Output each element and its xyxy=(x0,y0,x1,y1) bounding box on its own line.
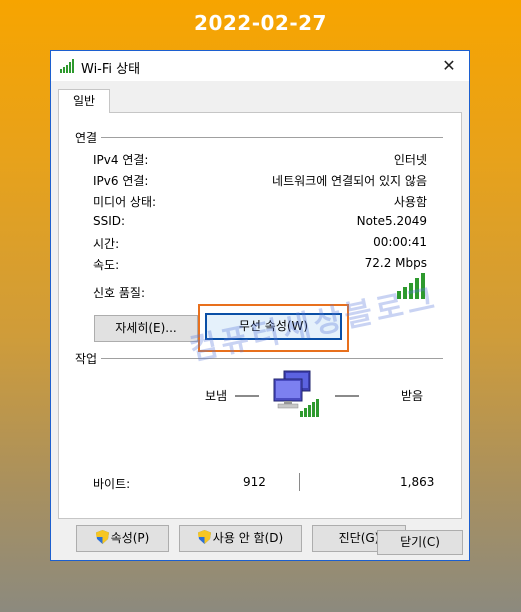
close-icon[interactable]: ✕ xyxy=(429,51,469,81)
bytes-sent-value: 912 xyxy=(243,475,266,489)
network-computers-icon xyxy=(273,370,319,417)
speed-label: 속도: xyxy=(93,258,120,272)
tab-panel: 연결 IPv4 연결: 인터넷 IPv6 연결: 네트워크에 연결되어 있지 않… xyxy=(58,112,462,552)
duration-label: 시간: xyxy=(93,237,120,251)
ssid-value: Note5.2049 xyxy=(356,214,427,228)
disable-button[interactable]: 사용 안 함(D) xyxy=(179,525,302,552)
bytes-divider xyxy=(299,473,300,491)
wifi-signal-icon xyxy=(60,59,74,73)
ipv4-label: IPv4 연결: xyxy=(93,153,149,167)
ssid-label: SSID: xyxy=(93,214,126,228)
bytes-label: 바이트: xyxy=(93,477,131,491)
media-state-value: 사용함 xyxy=(393,195,427,209)
wifi-status-dialog: Wi-Fi 상태 ✕ 일반 연결 IPv4 연결: 인터넷 IPv6 연결: 네… xyxy=(50,50,470,561)
sent-label: 보냄 xyxy=(205,389,228,403)
details-button[interactable]: 자세히(E)... xyxy=(94,315,198,342)
media-state-label: 미디어 상태: xyxy=(93,195,157,209)
disable-label: 사용 안 함(D) xyxy=(212,531,284,545)
received-label: 받음 xyxy=(401,389,424,403)
window-title: Wi-Fi 상태 xyxy=(81,62,141,77)
activity-section-label: 작업 xyxy=(75,352,98,366)
activity-divider xyxy=(101,358,443,359)
bytes-received-value: 1,863 xyxy=(400,475,435,489)
duration-value: 00:00:41 xyxy=(373,235,427,249)
shield-icon xyxy=(197,530,211,544)
signal-quality-label: 신호 품질: xyxy=(93,286,146,300)
shield-icon xyxy=(95,530,109,544)
properties-button[interactable]: 속성(P) xyxy=(76,525,169,552)
connection-section-label: 연결 xyxy=(75,131,98,145)
close-button[interactable]: 닫기(C) xyxy=(377,530,463,555)
watermark-text: 컴퓨터세상블로그 xyxy=(186,281,442,368)
sent-line xyxy=(235,395,259,397)
speed-value: 72.2 Mbps xyxy=(364,256,427,270)
ipv6-value: 네트워크에 연결되어 있지 않음 xyxy=(272,174,427,188)
ipv6-label: IPv6 연결: xyxy=(93,174,149,188)
received-line xyxy=(335,395,359,397)
properties-label: 속성(P) xyxy=(110,531,150,545)
date-banner: 2022-02-27 xyxy=(194,11,327,35)
title-bar: Wi-Fi 상태 ✕ xyxy=(51,51,469,81)
ipv4-value: 인터넷 xyxy=(393,153,427,167)
tab-general[interactable]: 일반 xyxy=(58,89,110,113)
connection-divider xyxy=(101,137,443,138)
